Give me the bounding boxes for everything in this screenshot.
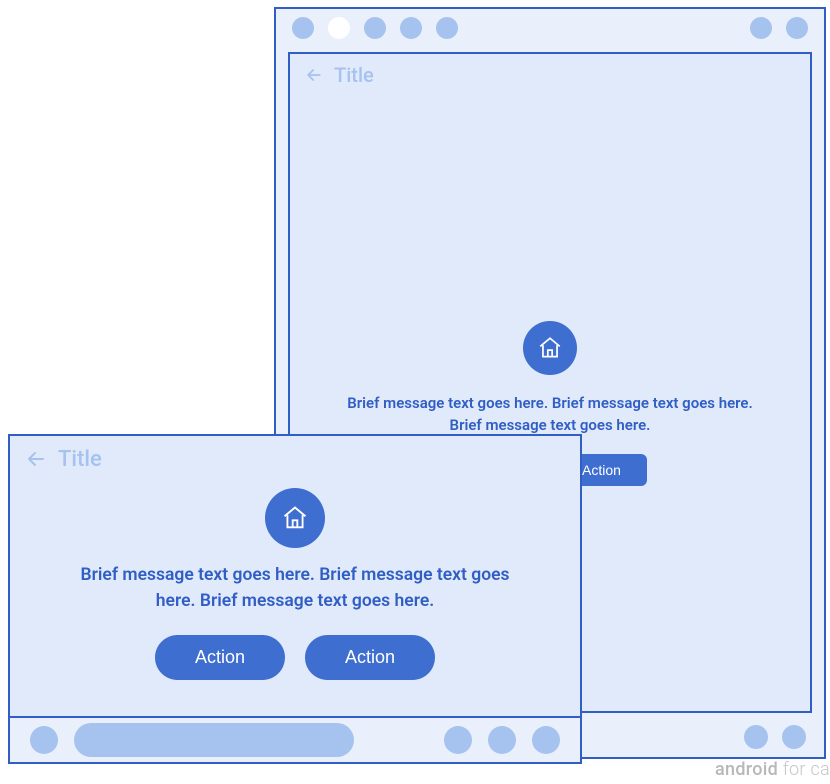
title-bar: Title <box>290 54 810 96</box>
watermark-brand: android <box>715 759 778 780</box>
back-arrow-icon[interactable] <box>24 447 48 471</box>
status-dot <box>750 17 772 39</box>
home-icon <box>281 504 309 532</box>
back-arrow-icon[interactable] <box>304 65 324 85</box>
system-nav-bar <box>10 716 580 762</box>
watermark-text: android for ca <box>715 759 830 780</box>
status-dot <box>400 17 422 39</box>
action-button-1[interactable]: Action <box>155 635 285 680</box>
nav-dot[interactable] <box>744 725 768 749</box>
status-dot <box>292 17 314 39</box>
nav-dot[interactable] <box>488 726 516 754</box>
status-dot <box>786 17 808 39</box>
status-dot <box>436 17 458 39</box>
nav-dot[interactable] <box>532 726 560 754</box>
message-text: Brief message text goes here. Brief mess… <box>70 562 520 615</box>
status-dot-active <box>328 17 350 39</box>
hero-icon-circle <box>523 321 577 375</box>
nav-dot[interactable] <box>30 726 58 754</box>
content-area: Brief message text goes here. Brief mess… <box>10 482 580 690</box>
status-bar <box>276 9 824 47</box>
status-dot <box>364 17 386 39</box>
title-bar: Title <box>10 436 580 482</box>
home-icon <box>537 335 563 361</box>
message-text: Brief message text goes here. Brief mess… <box>340 393 760 437</box>
hero-icon-circle <box>265 488 325 548</box>
nav-dot[interactable] <box>782 725 806 749</box>
nav-dot[interactable] <box>444 726 472 754</box>
action-button-2[interactable]: Action <box>305 635 435 680</box>
watermark-suffix: for ca <box>778 759 830 780</box>
page-title: Title <box>334 63 374 87</box>
action-row: Action Action <box>155 635 435 680</box>
nav-pill[interactable] <box>74 723 354 757</box>
page-title: Title <box>58 447 102 472</box>
device-landscape-frame: Title Brief message text goes here. Brie… <box>8 434 582 764</box>
